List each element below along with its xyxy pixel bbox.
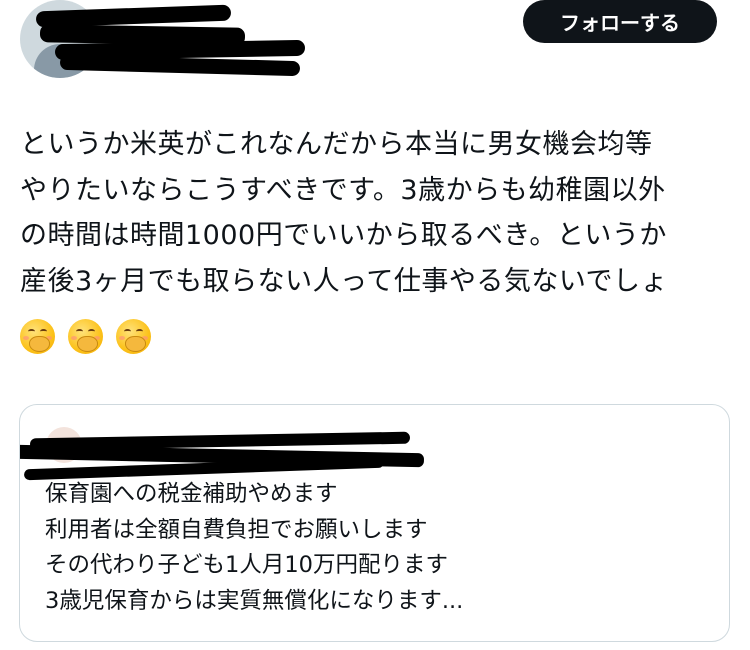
tweet-text-line: の時間は時間1000円でいいから取るべき。というか [20,220,667,251]
quoted-tweet-text: 保育園への税金補助やめます 利用者は全額自費負担でお願いします その代わり子ども… [45,477,463,619]
tweet-text-line: 産後3ヶ月でも取らない人って仕事やる気ないでしょ [20,265,669,297]
emoji-row [20,319,151,354]
follow-button[interactable]: フォローする [523,0,717,43]
face-with-hand-over-mouth-icon [20,319,55,354]
quoted-text-line: 利用者は全額自費負担でお願いします [45,516,428,543]
face-with-hand-over-mouth-icon [68,319,103,354]
quoted-text-line: その代わり子ども1人月10万円配ります [45,552,448,578]
quoted-text-line: 3歳児保育からは実質無償化になります... [45,587,464,614]
follow-button-label: フォローする [560,11,680,35]
quoted-text-line: 保育園への税金補助やめます [45,481,338,507]
tweet-text: というか米英がこれなんだから本当に男女機会均等 やりたいならこうすべきです。3歳… [20,122,735,304]
quoted-tweet-card[interactable]: 保育園への税金補助やめます 利用者は全額自費負担でお願いします その代わり子ども… [19,404,730,642]
tweet-text-line: やりたいならこうすべきです。3歳からも幼稚園以外 [20,174,666,206]
face-with-hand-over-mouth-icon [116,319,151,354]
tweet-text-line: というか米英がこれなんだから本当に男女機会均等 [20,129,653,160]
